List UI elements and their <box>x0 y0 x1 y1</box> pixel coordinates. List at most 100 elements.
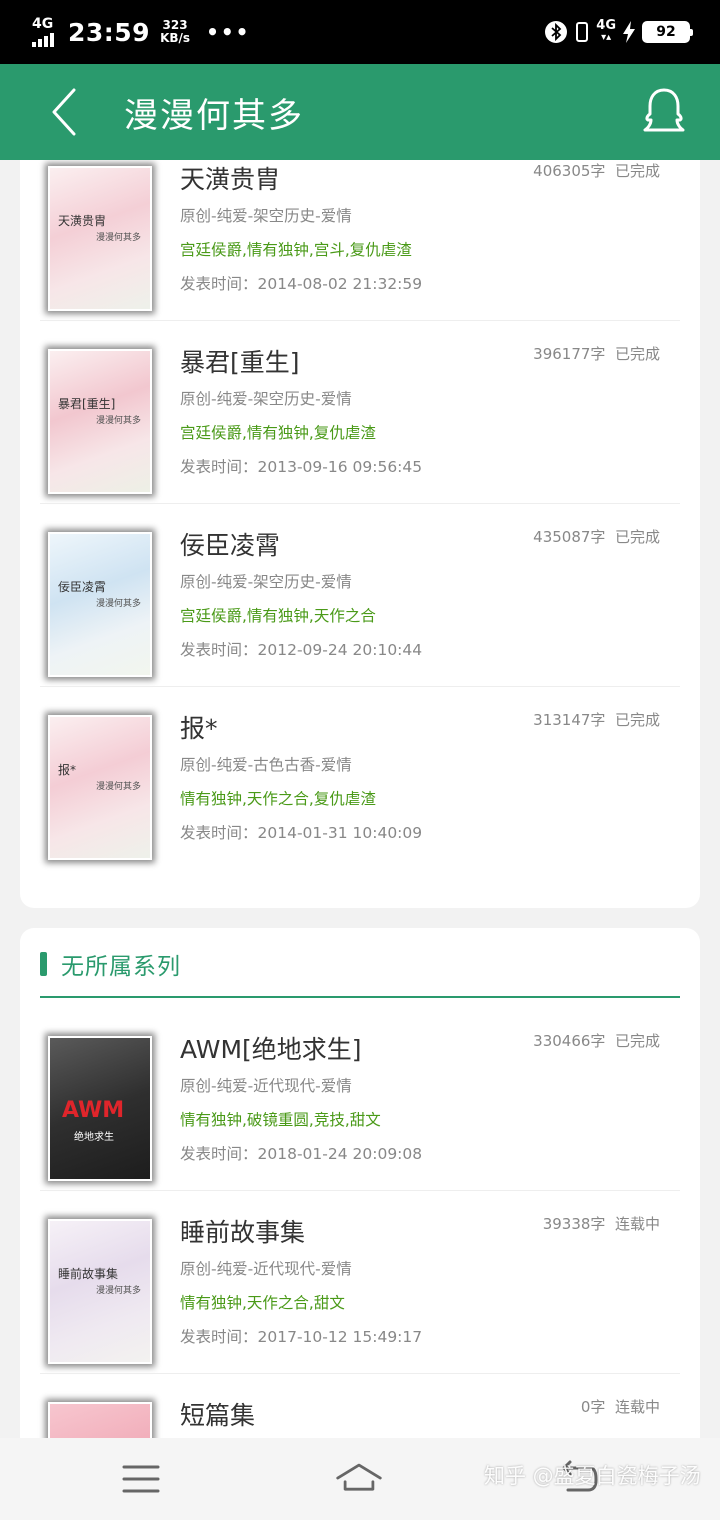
book-title[interactable]: 天潢贵胄 <box>180 160 280 196</box>
cover-author: 漫漫何其多 <box>96 599 142 609</box>
cover-title: 报* <box>58 763 77 777</box>
word-count: 435087字 <box>533 528 606 546</box>
book-status: 已完成 <box>614 1032 660 1050</box>
section-header: 无所属系列 <box>40 952 181 980</box>
book-meta: 396177字 已完成 <box>533 343 660 364</box>
publish-date: 发表时间：2018-01-24 20:09:08 <box>180 1145 423 1163</box>
book-title[interactable]: 短篇集 <box>180 1396 255 1432</box>
book-meta: 0字 连载中 <box>581 1396 660 1417</box>
publish-date: 发表时间：2014-08-02 21:32:59 <box>180 275 423 293</box>
cover-title: 天潢贵胄 <box>58 214 107 228</box>
divider <box>40 1190 680 1191</box>
book-cover[interactable] <box>48 1402 152 1438</box>
book-item-1[interactable]: 天潢贵胄 漫漫何其多 天潢贵胄 406305字 已完成 原创-纯爱-架空历史-爱… <box>20 160 700 323</box>
network-type: 4G <box>32 16 54 32</box>
section-underline <box>40 996 680 998</box>
book-status: 已完成 <box>614 528 660 546</box>
book-cover[interactable]: 天潢贵胄 漫漫何其多 <box>48 166 152 311</box>
book-cover[interactable]: 报* 漫漫何其多 <box>48 715 152 860</box>
cover-author: 漫漫何其多 <box>96 233 142 243</box>
book-category: 原创-纯爱-架空历史-爱情 <box>180 390 352 408</box>
series-card: 天潢贵胄 漫漫何其多 天潢贵胄 406305字 已完成 原创-纯爱-架空历史-爱… <box>20 160 700 908</box>
book-item-5[interactable]: AWM 绝地求生 AWM[绝地求生] 330466字 已完成 原创-纯爱-近代现… <box>20 1010 700 1193</box>
book-status: 连载中 <box>614 1398 660 1416</box>
book-meta: 406305字 已完成 <box>533 160 660 181</box>
battery-icon: 92 <box>642 21 693 43</box>
cover-title: 暴君[重生] <box>58 397 116 411</box>
divider <box>40 503 680 504</box>
cover-author: 漫漫何其多 <box>96 782 142 792</box>
cover-title: AWM <box>62 1098 125 1123</box>
navigation-bar: 知乎 @盛夏白瓷梅子汤 <box>0 1438 720 1520</box>
net-speed-unit: KB/s <box>160 31 191 45</box>
divider <box>40 1373 680 1374</box>
bluetooth-icon <box>545 21 568 43</box>
book-meta: 313147字 已完成 <box>533 709 660 730</box>
net-speed: 323 KB/s <box>160 19 190 45</box>
publish-date: 发表时间：2017-10-12 15:49:17 <box>180 1328 423 1346</box>
book-item-4[interactable]: 报* 漫漫何其多 报* 313147字 已完成 原创-纯爱-古色古香-爱情 情有… <box>20 689 700 872</box>
book-status: 连载中 <box>614 1215 660 1233</box>
book-title[interactable]: 暴君[重生] <box>180 343 300 379</box>
book-status: 已完成 <box>614 162 660 180</box>
cover-author: 漫漫何其多 <box>96 416 142 426</box>
book-category: 原创-纯爱-架空历史-爱情 <box>180 573 352 591</box>
book-item-6[interactable]: 睡前故事集 漫漫何其多 睡前故事集 39338字 连载中 原创-纯爱-近代现代-… <box>20 1193 700 1376</box>
book-cover[interactable]: 佞臣凌霄 漫漫何其多 <box>48 532 152 677</box>
battery-level: 92 <box>656 24 676 40</box>
page-title: 漫漫何其多 <box>124 96 304 136</box>
section-accent-bar <box>40 952 47 976</box>
book-item-3[interactable]: 佞臣凌霄 漫漫何其多 佞臣凌霄 435087字 已完成 原创-纯爱-架空历史-爱… <box>20 506 700 689</box>
clock: 23:59 <box>68 17 151 47</box>
vibrate-icon <box>576 22 589 42</box>
back-arrow-icon[interactable] <box>40 82 100 142</box>
publish-date: 发表时间：2012-09-24 20:10:44 <box>180 641 423 659</box>
book-title[interactable]: AWM[绝地求生] <box>180 1030 362 1066</box>
watermark: 知乎 @盛夏白瓷梅子汤 <box>484 1464 701 1488</box>
series-card: 无所属系列 AWM 绝地求生 AWM[绝地求生] 330466字 已完成 原创-… <box>20 928 700 1438</box>
book-meta: 435087字 已完成 <box>533 526 660 547</box>
cover-author: 绝地求生 <box>74 1132 114 1143</box>
book-tags: 宫廷侯爵,情有独钟,复仇虐渣 <box>180 424 376 442</box>
section-title: 无所属系列 <box>61 954 181 980</box>
title-bar: 漫漫何其多 <box>0 64 720 160</box>
cover-author: 漫漫何其多 <box>96 1286 142 1296</box>
ghost-icon[interactable] <box>642 82 686 142</box>
divider <box>40 686 680 687</box>
publish-date: 发表时间：2013-09-16 09:56:45 <box>180 458 423 476</box>
book-item-2[interactable]: 暴君[重生] 漫漫何其多 暴君[重生] 396177字 已完成 原创-纯爱-架空… <box>20 323 700 506</box>
book-cover[interactable]: 暴君[重生] 漫漫何其多 <box>48 349 152 494</box>
content-area[interactable]: 天潢贵胄 漫漫何其多 天潢贵胄 406305字 已完成 原创-纯爱-架空历史-爱… <box>0 160 720 1438</box>
book-title[interactable]: 报* <box>180 709 218 745</box>
book-title[interactable]: 佞臣凌霄 <box>180 526 280 562</box>
book-tags: 情有独钟,破镜重圆,竞技,甜文 <box>180 1111 381 1129</box>
word-count: 39338字 <box>542 1215 606 1233</box>
mobile-data-icon: 4G ▾▴ <box>596 18 616 43</box>
book-cover[interactable]: AWM 绝地求生 <box>48 1036 152 1181</box>
menu-icon[interactable] <box>116 1454 166 1504</box>
divider <box>40 320 680 321</box>
cover-title: 睡前故事集 <box>58 1267 119 1281</box>
book-meta: 39338字 连载中 <box>543 1213 660 1234</box>
word-count: 330466字 <box>533 1032 606 1050</box>
book-tags: 宫廷侯爵,情有独钟,天作之合 <box>180 607 376 625</box>
book-title[interactable]: 睡前故事集 <box>180 1213 305 1249</box>
word-count: 0字 <box>580 1398 606 1416</box>
status-bar: 4G 23:59 323 KB/s ••• 4G ▾▴ 92 <box>0 0 720 64</box>
book-category: 原创-纯爱-架空历史-爱情 <box>180 207 352 225</box>
home-icon[interactable] <box>334 1454 384 1504</box>
cover-title: 佞臣凌霄 <box>58 580 107 594</box>
book-status: 已完成 <box>614 345 660 363</box>
book-tags: 情有独钟,天作之合,甜文 <box>180 1294 345 1312</box>
book-cover[interactable]: 睡前故事集 漫漫何其多 <box>48 1219 152 1364</box>
publish-date: 发表时间：2014-01-31 10:40:09 <box>180 824 423 842</box>
book-meta: 330466字 已完成 <box>533 1030 660 1051</box>
book-item-7[interactable]: 短篇集 0字 连载中 <box>20 1376 700 1438</box>
cellular-signal-icon: 4G <box>30 15 58 49</box>
book-tags: 情有独钟,天作之合,复仇虐渣 <box>180 790 376 808</box>
book-category: 原创-纯爱-近代现代-爱情 <box>180 1260 352 1278</box>
network-type-right: 4G <box>596 18 616 33</box>
word-count: 396177字 <box>533 345 606 363</box>
word-count: 313147字 <box>533 711 606 729</box>
more-notifications-icon: ••• <box>206 20 251 44</box>
